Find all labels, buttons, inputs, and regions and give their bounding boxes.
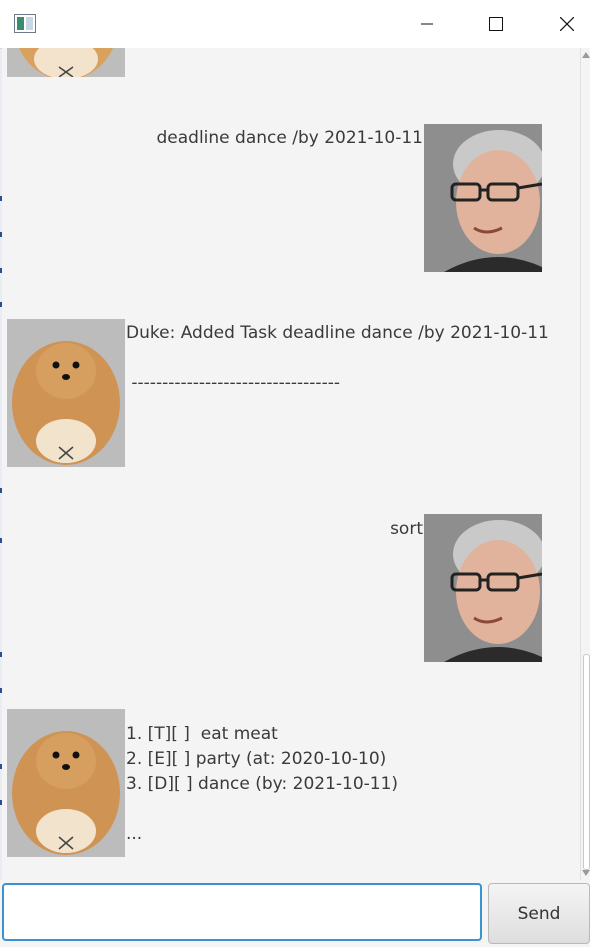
user-message-text: deadline dance /by 2021-10-11: [156, 128, 423, 148]
send-button-label: Send: [517, 903, 561, 924]
input-row: Send: [0, 880, 590, 947]
close-button[interactable]: [544, 0, 590, 48]
user-avatar: [424, 124, 542, 272]
dog-avatar: [7, 709, 125, 857]
minimize-icon: [421, 23, 433, 25]
title-bar: [0, 0, 590, 49]
scroll-up-icon[interactable]: [582, 52, 590, 58]
close-icon: [560, 17, 574, 31]
message-input[interactable]: [2, 883, 482, 941]
java-app-icon: [14, 14, 36, 33]
send-button[interactable]: Send: [488, 883, 590, 944]
duke-message-text: 1. [T][ ] eat meat 2. [E][ ] party (at: …: [126, 724, 399, 844]
user-avatar: [424, 514, 542, 662]
chat-dialog-container[interactable]: deadline dance /by 2021-10-11 Duke: Adde…: [2, 48, 580, 880]
maximize-button[interactable]: [473, 0, 519, 48]
dog-avatar: [7, 48, 125, 77]
user-message-text: sort: [390, 519, 423, 539]
dog-avatar: [7, 319, 125, 467]
scrollbar-thumb[interactable]: [583, 654, 590, 870]
scroll-down-icon[interactable]: [582, 870, 590, 876]
minimize-button[interactable]: [404, 0, 450, 48]
maximize-icon: [489, 17, 503, 31]
chat-scrollbar[interactable]: [580, 48, 590, 880]
duke-message-text: Duke: Added Task deadline dance /by 2021…: [126, 323, 549, 393]
